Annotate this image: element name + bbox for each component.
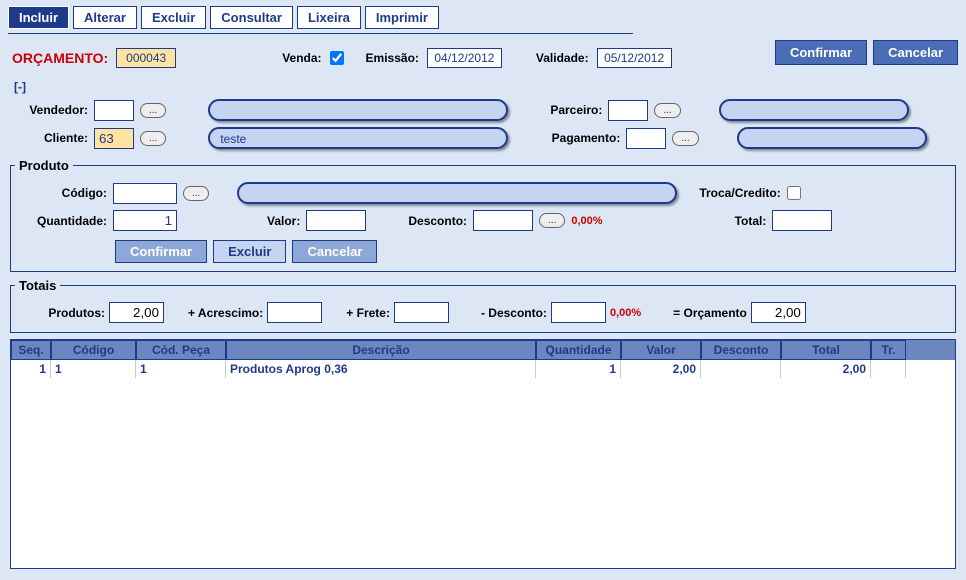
col-tr: Tr. (871, 340, 906, 360)
pagamento-input[interactable] (626, 128, 666, 149)
excluir-button[interactable]: Excluir (141, 6, 206, 29)
cell-codigo: 1 (51, 360, 136, 378)
cell-tr (871, 360, 906, 378)
cliente-label: Cliente: (12, 131, 88, 145)
totais-desconto-label: - Desconto: (481, 306, 547, 320)
cell-descricao: Produtos Aprog 0,36 (226, 360, 536, 378)
col-descricao: Descrição (226, 340, 536, 360)
emissao-label: Emissão: (366, 51, 419, 65)
desconto-input[interactable] (473, 210, 533, 231)
incluir-button[interactable]: Incluir (8, 6, 69, 29)
produto-fieldset: Produto Código: ... Troca/Credito: Quant… (10, 158, 956, 272)
total-input[interactable] (772, 210, 832, 231)
cell-quantidade: 1 (536, 360, 621, 378)
produto-confirmar-button[interactable]: Confirmar (115, 240, 207, 263)
totais-desconto-percent: 0,00% (610, 307, 641, 319)
cell-peca: 1 (136, 360, 226, 378)
col-quantidade: Quantidade (536, 340, 621, 360)
collapse-toggle[interactable]: [-] (0, 72, 966, 96)
parceiro-lookup-button[interactable]: ... (654, 103, 680, 118)
totais-acrescimo-input[interactable] (267, 302, 322, 323)
valor-input[interactable] (306, 210, 366, 231)
cliente-input[interactable] (94, 128, 134, 149)
cell-seq: 1 (11, 360, 51, 378)
totais-legend: Totais (15, 278, 60, 293)
orcamento-label: ORÇAMENTO: (12, 50, 108, 66)
produto-legend: Produto (15, 158, 73, 173)
alterar-button[interactable]: Alterar (73, 6, 137, 29)
emissao-field[interactable]: 04/12/2012 (427, 48, 502, 68)
desconto-lookup-button[interactable]: ... (539, 213, 565, 228)
cliente-lookup-button[interactable]: ... (140, 131, 166, 146)
imprimir-button[interactable]: Imprimir (365, 6, 439, 29)
total-label: Total: (735, 214, 767, 228)
vendedor-label: Vendedor: (12, 103, 88, 117)
orcamento-total-label: = Orçamento (673, 306, 747, 320)
quantidade-label: Quantidade: (27, 214, 107, 228)
vendedor-lookup-button[interactable]: ... (140, 103, 166, 118)
desconto-percent: 0,00% (571, 215, 602, 227)
page-actions: Confirmar Cancelar (775, 40, 958, 65)
orcamento-number: 000043 (116, 48, 176, 68)
troca-label: Troca/Credito: (699, 186, 780, 200)
consultar-button[interactable]: Consultar (210, 6, 293, 29)
codigo-input[interactable] (113, 183, 177, 204)
parceiro-label: Parceiro: (532, 103, 602, 117)
produtos-label: Produtos: (27, 306, 105, 320)
desconto-label: Desconto: (408, 214, 467, 228)
cancelar-button[interactable]: Cancelar (873, 40, 958, 65)
produto-cancelar-button[interactable]: Cancelar (292, 240, 377, 263)
vendedor-display (208, 99, 508, 121)
col-desconto: Desconto (701, 340, 781, 360)
venda-checkbox[interactable] (330, 51, 344, 65)
cell-total: 2,00 (781, 360, 871, 378)
col-peca: Cód. Peça (136, 340, 226, 360)
cell-desconto (701, 360, 781, 378)
toolbar-divider (8, 33, 633, 34)
totais-produtos-input[interactable] (109, 302, 164, 323)
codigo-lookup-button[interactable]: ... (183, 186, 209, 201)
troca-checkbox[interactable] (787, 186, 801, 200)
validade-label: Validade: (536, 51, 589, 65)
frete-label: + Frete: (346, 306, 390, 320)
lixeira-button[interactable]: Lixeira (297, 6, 361, 29)
valor-label: Valor: (267, 214, 300, 228)
totais-fieldset: Totais Produtos: + Acrescimo: + Frete: -… (10, 278, 956, 333)
codigo-display (237, 182, 677, 204)
totais-frete-input[interactable] (394, 302, 449, 323)
produto-excluir-button[interactable]: Excluir (213, 240, 286, 263)
totais-desconto-input[interactable] (551, 302, 606, 323)
confirmar-button[interactable]: Confirmar (775, 40, 867, 65)
parceiro-input[interactable] (608, 100, 648, 121)
main-toolbar: Incluir Alterar Excluir Consultar Lixeir… (0, 0, 966, 33)
venda-label: Venda: (282, 51, 321, 65)
pagamento-lookup-button[interactable]: ... (672, 131, 698, 146)
cliente-display: teste (208, 127, 508, 149)
grid-header: Seq. Código Cód. Peça Descrição Quantida… (11, 340, 955, 360)
col-valor: Valor (621, 340, 701, 360)
vendedor-row: Vendedor: ... Parceiro: ... (0, 96, 966, 124)
col-codigo: Código (51, 340, 136, 360)
parceiro-display (719, 99, 909, 121)
col-total: Total (781, 340, 871, 360)
pagamento-display (737, 127, 927, 149)
totais-orcamento-input[interactable] (751, 302, 806, 323)
acrescimo-label: + Acrescimo: (188, 306, 263, 320)
codigo-label: Código: (27, 186, 107, 200)
cliente-row: Cliente: ... teste Pagamento: ... (0, 124, 966, 152)
pagamento-label: Pagamento: (532, 131, 620, 145)
items-grid: Seq. Código Cód. Peça Descrição Quantida… (10, 339, 956, 569)
quantidade-input[interactable] (113, 210, 177, 231)
col-seq: Seq. (11, 340, 51, 360)
vendedor-input[interactable] (94, 100, 134, 121)
validade-field[interactable]: 05/12/2012 (597, 48, 672, 68)
cell-valor: 2,00 (621, 360, 701, 378)
table-row[interactable]: 1 1 1 Produtos Aprog 0,36 1 2,00 2,00 (11, 360, 955, 378)
